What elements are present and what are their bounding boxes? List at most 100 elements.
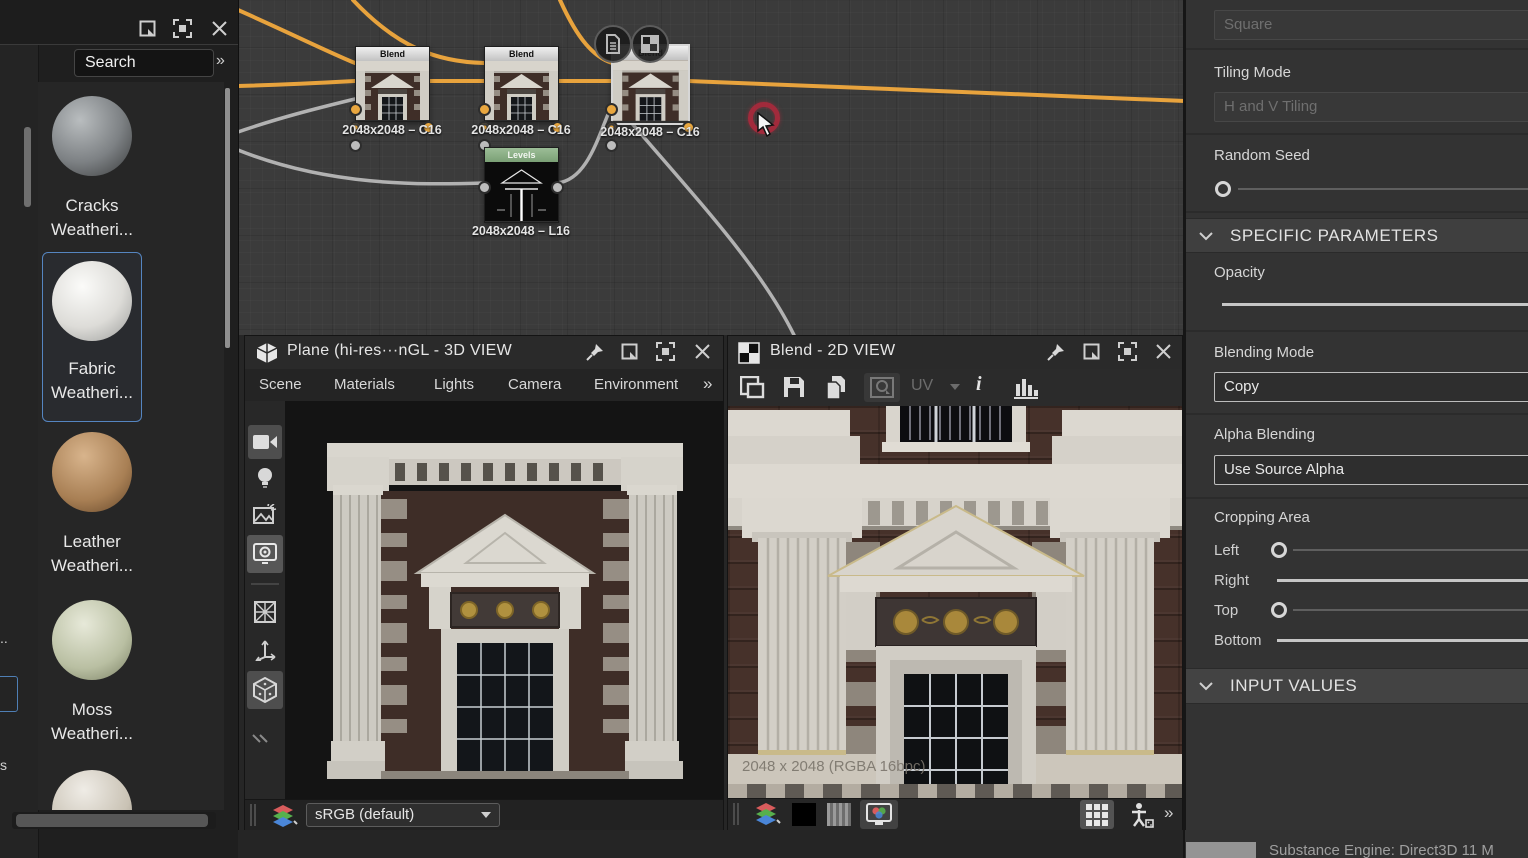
display-settings-button[interactable] — [247, 535, 283, 573]
blending-mode-select[interactable]: Copy — [1214, 372, 1528, 402]
graph-node-blend-1[interactable]: Blend — [355, 46, 430, 122]
divider — [1186, 497, 1528, 499]
material-name: Weatheri... — [44, 554, 140, 578]
graph-node-blend-2[interactable]: Blend — [484, 46, 559, 122]
input-values-section-header[interactable]: INPUT VALUES — [1186, 668, 1528, 704]
pin-icon[interactable] — [585, 342, 605, 362]
material-name: Leather — [44, 530, 140, 554]
material-item-partial[interactable] — [44, 766, 140, 810]
tiling-mode-select[interactable]: H and V Tiling — [1214, 92, 1528, 122]
search-expand-button[interactable]: » — [216, 52, 225, 70]
random-seed-knob[interactable] — [1215, 181, 1231, 197]
crop-top-slider[interactable] — [1293, 609, 1528, 611]
crop-right-slider[interactable] — [1277, 579, 1528, 582]
material-sphere-thumbnail — [52, 261, 132, 341]
horizontal-scrollbar-track[interactable] — [12, 812, 216, 829]
material-list-scrollbar[interactable] — [225, 88, 230, 348]
lights-button[interactable] — [248, 463, 282, 493]
material-sphere-thumbnail — [52, 432, 132, 512]
video-camera-icon — [253, 434, 277, 450]
search-input[interactable]: Search — [74, 49, 214, 77]
horizontal-scrollbar-thumb[interactable] — [16, 814, 208, 827]
save-icon[interactable] — [782, 375, 806, 399]
toolbar-resize-grip[interactable] — [251, 733, 271, 747]
input-port[interactable] — [478, 181, 491, 194]
undock-icon[interactable] — [621, 343, 638, 360]
view2d-canvas[interactable]: 2048 x 2048 (RGBA 16bpc) — [728, 406, 1182, 798]
mannequin-scale-icon[interactable] — [1128, 802, 1154, 828]
maximize-button[interactable] — [170, 16, 194, 40]
crop-left-knob[interactable] — [1271, 542, 1287, 558]
undock-icon[interactable] — [1083, 343, 1100, 360]
uv-mode-select-disabled[interactable]: UV — [911, 377, 933, 395]
background-color-swatch[interactable] — [792, 803, 816, 826]
material-name: Weatheri... — [44, 722, 140, 746]
view3d-viewport[interactable] — [285, 401, 723, 799]
material-item-moss[interactable]: Moss Weatheri... — [44, 594, 140, 760]
maximize-icon[interactable] — [656, 342, 675, 361]
panel-divider — [1183, 0, 1185, 858]
menu-lights[interactable]: Lights — [434, 376, 474, 393]
output-port[interactable] — [551, 181, 564, 194]
menu-camera[interactable]: Camera — [508, 376, 561, 393]
tree-selected-item-fragment[interactable] — [0, 676, 18, 712]
alpha-blending-select[interactable]: Use Source Alpha — [1214, 455, 1528, 485]
input-port[interactable] — [605, 103, 618, 116]
camera-view-button[interactable] — [248, 425, 282, 459]
pin-icon[interactable] — [1046, 342, 1066, 362]
menu-scene[interactable]: Scene — [259, 376, 302, 393]
toolbar-overflow-button[interactable]: » — [1164, 803, 1173, 823]
close-button[interactable] — [207, 16, 231, 40]
transform-preview-button-disabled[interactable] — [864, 373, 900, 402]
material-item-cracks[interactable]: Cracks Weatheri... — [44, 90, 140, 256]
bottombar-grip[interactable] — [249, 804, 259, 826]
geometry-button[interactable] — [247, 671, 283, 709]
crop-bottom-slider[interactable] — [1277, 639, 1528, 642]
node-file-badge[interactable] — [594, 25, 632, 63]
pattern-swatch[interactable] — [827, 803, 851, 826]
tiling-grid-button[interactable] — [1080, 800, 1114, 829]
input-port[interactable] — [478, 103, 491, 116]
menu-materials[interactable]: Materials — [334, 376, 395, 393]
opacity-slider[interactable] — [1222, 303, 1528, 306]
node-caption: 2048x2048 – C16 — [457, 123, 585, 137]
specific-parameters-section-header[interactable]: SPECIFIC PARAMETERS — [1186, 218, 1528, 253]
bottombar-grip[interactable] — [732, 803, 742, 825]
random-seed-slider[interactable] — [1238, 188, 1528, 190]
monitor-rgb-icon — [866, 803, 892, 826]
info-button[interactable]: i — [976, 373, 982, 396]
colorspace-select[interactable]: sRGB (default) — [306, 803, 500, 827]
new-view-icon[interactable] — [740, 376, 766, 400]
tree-scrollbar-thumb[interactable] — [24, 127, 31, 207]
material-list: Cracks Weatheri... Fabric Weatheri... Le… — [38, 82, 224, 810]
color-layers-icon[interactable] — [754, 802, 782, 827]
menu-environment[interactable]: Environment — [594, 376, 678, 393]
undock-button[interactable] — [135, 16, 159, 40]
color-layers-icon[interactable] — [271, 804, 299, 828]
close-icon[interactable] — [1156, 344, 1171, 359]
histogram-icon[interactable] — [1012, 376, 1040, 400]
environment-image-button[interactable] — [248, 499, 282, 529]
grid-icon — [1086, 804, 1108, 826]
display-channels-button[interactable] — [860, 800, 898, 829]
copy-icon[interactable] — [824, 375, 848, 400]
graph-node-levels[interactable]: Levels — [484, 147, 559, 223]
close-icon[interactable] — [695, 344, 710, 359]
view3d-toolbar — [245, 401, 286, 799]
input-port[interactable] — [349, 139, 362, 152]
section-title: INPUT VALUES — [1230, 676, 1357, 696]
crop-top-knob[interactable] — [1271, 602, 1287, 618]
transform-axes-button[interactable] — [248, 633, 282, 665]
maximize-icon[interactable] — [1118, 342, 1137, 361]
material-item-fabric-selected[interactable]: Fabric Weatheri... — [42, 252, 142, 422]
shape-select[interactable]: Square — [1214, 10, 1528, 40]
material-item-leather[interactable]: Leather Weatheri... — [44, 426, 140, 592]
input-port[interactable] — [349, 103, 362, 116]
crop-left-slider[interactable] — [1293, 549, 1528, 551]
node-blend-badge[interactable] — [631, 25, 669, 63]
rendered-facade-3d — [325, 427, 685, 785]
input-port[interactable] — [605, 139, 618, 152]
library-panel: .. s Search » Cracks Weatheri... Fabric … — [0, 0, 239, 858]
menu-overflow-button[interactable]: » — [703, 374, 712, 394]
uv-display-button[interactable] — [248, 597, 282, 627]
